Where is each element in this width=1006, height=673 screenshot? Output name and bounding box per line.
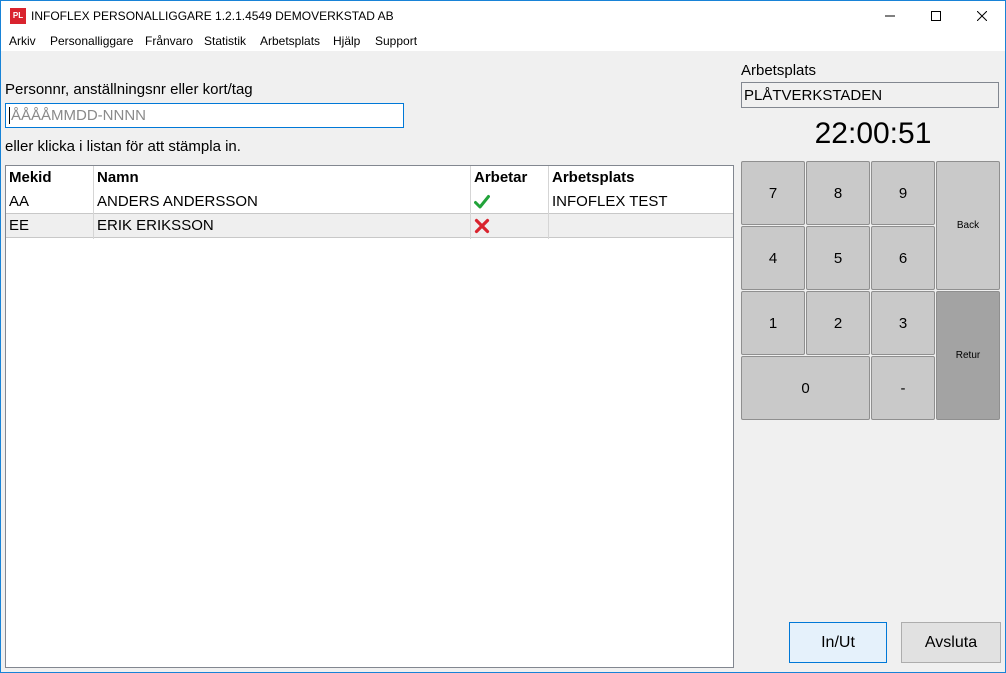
keypad-0[interactable]: 0 bbox=[741, 356, 870, 420]
window-title: INFOFLEX PERSONALLIGGARE 1.2.1.4549 DEMO… bbox=[31, 9, 394, 23]
minimize-icon bbox=[885, 15, 895, 17]
column-divider bbox=[548, 166, 549, 239]
keypad-1[interactable]: 1 bbox=[741, 291, 805, 355]
menu-hjalp[interactable]: Hjälp bbox=[333, 34, 360, 48]
maximize-button[interactable] bbox=[913, 1, 959, 31]
text-caret bbox=[9, 107, 10, 124]
in-ut-button[interactable]: In/Ut bbox=[789, 622, 887, 663]
maximize-icon bbox=[931, 11, 941, 21]
check-icon bbox=[474, 194, 490, 215]
workplace-label: Arbetsplats bbox=[741, 62, 817, 79]
cell-mekid: EE bbox=[9, 217, 30, 234]
menu-support[interactable]: Support bbox=[375, 34, 417, 48]
id-label: Personnr, anställningsnr eller kort/tag bbox=[5, 81, 253, 98]
keypad-2[interactable]: 2 bbox=[806, 291, 870, 355]
table-row[interactable]: EE ERIK ERIKSSON bbox=[6, 214, 733, 238]
minimize-button[interactable] bbox=[867, 1, 913, 31]
keypad-retur-button[interactable]: Retur bbox=[936, 291, 1000, 420]
menu-bar: Arkiv Personalliggare Frånvaro Statistik… bbox=[1, 31, 1005, 51]
id-input[interactable] bbox=[5, 103, 404, 128]
table-row[interactable]: AA ANDERS ANDERSSON INFOFLEX TEST bbox=[6, 190, 733, 214]
clock-display: 22:00:51 bbox=[814, 117, 932, 150]
keypad-9[interactable]: 9 bbox=[871, 161, 935, 225]
column-divider bbox=[470, 166, 471, 239]
keypad-back-button[interactable]: Back bbox=[936, 161, 1000, 290]
employee-table: Mekid Namn Arbetar Arbetsplats AA ANDERS… bbox=[5, 165, 734, 668]
workplace-field: PLÅTVERKSTADEN bbox=[741, 82, 999, 108]
avsluta-button[interactable]: Avsluta bbox=[901, 622, 1001, 663]
cell-arbetsplats: INFOFLEX TEST bbox=[552, 193, 668, 210]
column-header-namn[interactable]: Namn bbox=[97, 169, 139, 186]
keypad-8[interactable]: 8 bbox=[806, 161, 870, 225]
column-header-arbetar[interactable]: Arbetar bbox=[474, 169, 527, 186]
keypad-3[interactable]: 3 bbox=[871, 291, 935, 355]
cell-namn: ANDERS ANDERSSON bbox=[97, 193, 258, 210]
menu-personalliggare[interactable]: Personalliggare bbox=[50, 34, 133, 48]
menu-arbetsplats[interactable]: Arbetsplats bbox=[260, 34, 320, 48]
cell-mekid: AA bbox=[9, 193, 30, 210]
app-logo-icon: PL bbox=[10, 8, 26, 24]
menu-statistik[interactable]: Statistik bbox=[204, 34, 246, 48]
column-divider bbox=[93, 166, 94, 239]
close-icon bbox=[977, 11, 987, 21]
menu-arkiv[interactable]: Arkiv bbox=[9, 34, 36, 48]
keypad-dash[interactable]: - bbox=[871, 356, 935, 420]
close-button[interactable] bbox=[959, 1, 1005, 31]
app-window: PL INFOFLEX PERSONALLIGGARE 1.2.1.4549 D… bbox=[0, 0, 1006, 673]
keypad-6[interactable]: 6 bbox=[871, 226, 935, 290]
column-header-mekid[interactable]: Mekid bbox=[9, 169, 52, 186]
table-header: Mekid Namn Arbetar Arbetsplats bbox=[6, 166, 733, 190]
cross-icon bbox=[474, 218, 490, 239]
column-header-arbetsplats[interactable]: Arbetsplats bbox=[552, 169, 635, 186]
keypad-7[interactable]: 7 bbox=[741, 161, 805, 225]
list-hint: eller klicka i listan för att stämpla in… bbox=[5, 138, 241, 155]
keypad-4[interactable]: 4 bbox=[741, 226, 805, 290]
cell-namn: ERIK ERIKSSON bbox=[97, 217, 214, 234]
keypad-5[interactable]: 5 bbox=[806, 226, 870, 290]
menu-franvaro[interactable]: Frånvaro bbox=[145, 34, 193, 48]
title-bar: PL INFOFLEX PERSONALLIGGARE 1.2.1.4549 D… bbox=[1, 1, 1005, 31]
